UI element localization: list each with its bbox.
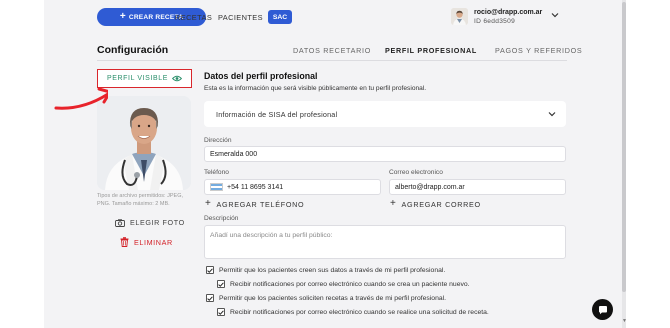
profile-photo bbox=[97, 96, 191, 190]
check-icon[interactable] bbox=[217, 280, 225, 288]
checkbox-label: Recibir notificaciones por correo electr… bbox=[230, 308, 489, 316]
checkbox-allow-patient-data[interactable]: Permitir que los pacientes creen sus dat… bbox=[206, 266, 445, 274]
check-icon[interactable] bbox=[217, 308, 225, 316]
eye-icon bbox=[172, 75, 183, 82]
photo-hint: Tipos de archivo permitidos: JPEG, PNG. … bbox=[97, 193, 183, 207]
choose-photo-button[interactable]: ELEGIR FOTO bbox=[115, 218, 185, 227]
checkbox-notify-prescription-request[interactable]: Recibir notificaciones por correo electr… bbox=[217, 308, 489, 316]
annotation-arrow-icon bbox=[54, 87, 108, 110]
argentina-flag-icon[interactable] bbox=[210, 183, 223, 191]
check-icon[interactable] bbox=[206, 294, 214, 302]
sisa-accordion[interactable]: Información de SISA del profesional bbox=[204, 101, 566, 127]
add-phone-button[interactable]: + AGREGAR TELÉFONO bbox=[205, 199, 304, 209]
add-phone-label: AGREGAR TELÉFONO bbox=[216, 199, 305, 209]
choose-photo-label: ELEGIR FOTO bbox=[130, 218, 185, 227]
description-label: Descripción bbox=[204, 215, 239, 222]
scroll-down-icon[interactable]: ▼ bbox=[622, 318, 627, 324]
page-title: Configuración bbox=[97, 44, 169, 56]
email-field[interactable]: alberto@drapp.com.ar bbox=[389, 179, 566, 195]
tab-pagos-referidos[interactable]: PAGOS Y REFERIDOS bbox=[495, 46, 582, 55]
user-email: rocio@drapp.com.ar bbox=[474, 9, 543, 16]
section-title: Datos del perfil profesional bbox=[204, 71, 318, 81]
chat-button[interactable] bbox=[592, 299, 613, 320]
checkbox-allow-prescription-requests[interactable]: Permitir que los pacientes soliciten rec… bbox=[206, 294, 446, 302]
plus-icon: + bbox=[390, 198, 397, 209]
trash-icon bbox=[120, 237, 129, 247]
sac-button[interactable]: SAC bbox=[268, 10, 292, 24]
user-id: ID 6edd3509 bbox=[474, 18, 516, 25]
address-field[interactable]: Esmeralda 000 bbox=[204, 146, 566, 162]
email-label: Correo electronico bbox=[389, 169, 443, 176]
address-label: Dirección bbox=[204, 137, 232, 144]
top-bar: + CREAR RECETA RECETAS PACIENTES SAC roc… bbox=[44, 0, 626, 34]
nav-patients[interactable]: PACIENTES bbox=[218, 13, 263, 22]
add-email-label: AGREGAR CORREO bbox=[401, 199, 481, 209]
add-email-button[interactable]: + AGREGAR CORREO bbox=[390, 199, 481, 209]
scrollbar-thumb[interactable] bbox=[622, 2, 626, 292]
phone-value: +54 11 8695 3141 bbox=[227, 183, 284, 191]
delete-photo-label: ELIMINAR bbox=[134, 237, 173, 247]
user-avatar[interactable] bbox=[451, 8, 468, 25]
checkbox-notify-new-patient[interactable]: Recibir notificaciones por correo electr… bbox=[217, 280, 470, 288]
chat-bubble-icon bbox=[598, 305, 607, 314]
sisa-label: Información de SISA del profesional bbox=[216, 109, 338, 119]
delete-photo-button[interactable]: ELIMINAR bbox=[120, 237, 173, 247]
phone-label: Teléfono bbox=[204, 169, 229, 176]
profile-visible-label: PERFIL VISIBLE bbox=[106, 75, 169, 82]
nav-prescriptions[interactable]: RECETAS bbox=[175, 13, 212, 22]
checkbox-label: Permitir que los pacientes creen sus dat… bbox=[219, 266, 446, 274]
tabs-divider bbox=[97, 60, 567, 61]
app-canvas: + CREAR RECETA RECETAS PACIENTES SAC roc… bbox=[44, 0, 626, 328]
chevron-down-icon bbox=[548, 112, 556, 117]
phone-field[interactable]: +54 11 8695 3141 bbox=[204, 179, 381, 195]
tab-datos-recetario[interactable]: DATOS RECETARIO bbox=[293, 46, 371, 55]
plus-icon: + bbox=[205, 198, 212, 209]
plus-icon: + bbox=[119, 11, 126, 22]
checkbox-label: Permitir que los pacientes soliciten rec… bbox=[219, 294, 447, 302]
tab-perfil-profesional[interactable]: PERFIL PROFESIONAL bbox=[385, 46, 477, 55]
section-subtitle: Esta es la información que será visible … bbox=[204, 85, 427, 92]
profile-visible-toggle[interactable]: PERFIL VISIBLE bbox=[97, 69, 192, 88]
camera-icon bbox=[115, 218, 125, 227]
description-textarea[interactable]: Añadí una descripción a tu perfil públic… bbox=[204, 225, 566, 259]
chevron-down-icon[interactable] bbox=[551, 12, 559, 18]
checkbox-label: Recibir notificaciones por correo electr… bbox=[230, 280, 470, 288]
check-icon[interactable] bbox=[206, 266, 214, 274]
